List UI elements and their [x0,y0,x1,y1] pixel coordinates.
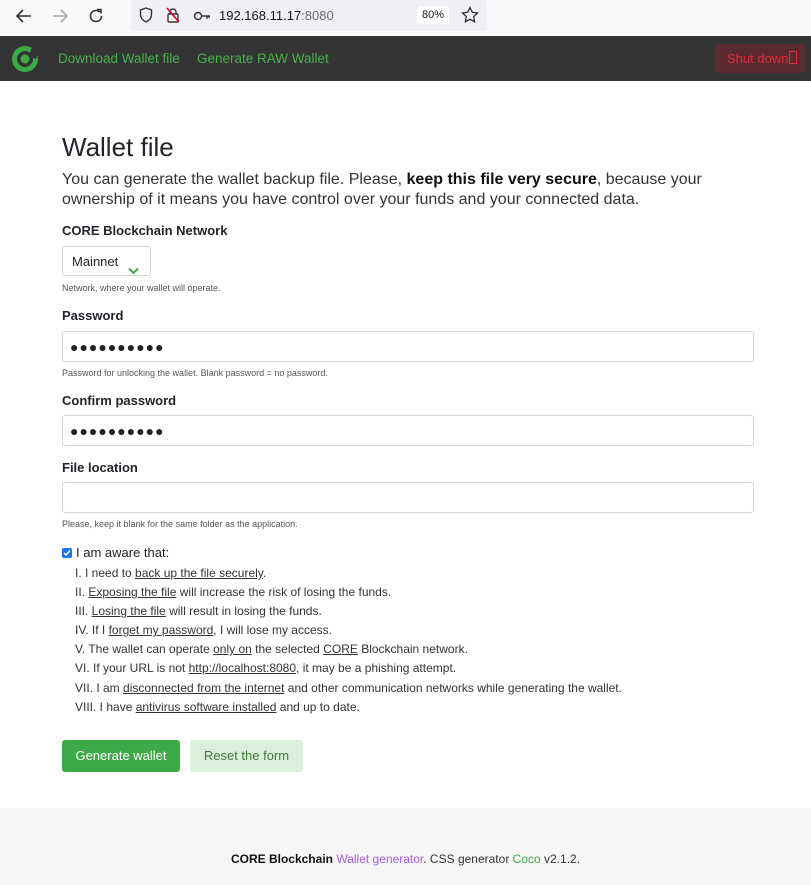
aware-item-3-post: will result in losing the funds. [165,604,322,619]
intro-text-bold: keep this file very secure [406,171,597,188]
not-secure-lock-icon[interactable] [166,7,180,28]
aware-item-8-post: and up to date. [276,699,360,714]
aware-item-5-pre: V. The wallet can operate [75,642,214,657]
shutdown-label: Shut down [727,51,789,66]
aware-item: V. The wallet can operate only on the se… [75,640,622,659]
footer: CORE Blockchain Wallet generator. CSS ge… [0,808,811,885]
shield-icon[interactable] [139,7,153,28]
aware-item: II. Exposing the file will increase the … [75,583,622,602]
network-help: Network, where your wallet will operate. [62,283,221,293]
aware-link-core[interactable]: CORE [323,642,358,656]
aware-item: I. I need to back up the file securely. [75,564,622,583]
aware-item-1-post: . [262,566,267,580]
shutdown-button[interactable]: Shut down [715,44,805,73]
url-host: 192.168.11.17 [219,8,302,23]
generate-wallet-button[interactable]: Generate wallet [62,740,180,772]
footer-brand: CORE Blockchain [230,852,333,866]
aware-link-disconnected[interactable]: disconnected from the internet [123,681,284,695]
aware-link-forget-password[interactable]: forget my password [109,623,214,637]
file-location-help: Please, keep it blank for the same folde… [62,519,298,529]
aware-item-2-pre: II. [75,585,89,600]
aware-item: VII. I am disconnected from the internet… [75,679,622,698]
password-help: Password for unlocking the wallet. Blank… [62,368,328,378]
page-title: Wallet file [62,132,174,162]
footer-link-wallet-generator[interactable]: Wallet generator [336,852,423,866]
url-text[interactable]: 192.168.11.17:8080 [219,8,334,23]
aware-link-antivirus[interactable]: antivirus software installed [136,700,277,714]
aware-checkbox-row[interactable]: I am aware that: [62,545,169,560]
footer-link-coco[interactable]: Coco [513,852,541,866]
password-input[interactable]: ●●●●●●●●●● [62,331,754,362]
browser-toolbar: 192.168.11.17:8080 80% [0,0,811,35]
nav-download-wallet-file[interactable]: Download Wallet file [58,51,180,66]
aware-item-5-post: Blockchain network. [357,642,468,657]
intro-text-part1: You can generate the wallet backup file.… [62,171,407,188]
url-port: :8080 [301,8,334,23]
aware-item-4-pre: IV. If I [75,623,109,638]
aware-item-7-post: and other communication networks while g… [284,680,622,695]
aware-item-8-pre: VIII. I have [75,699,136,714]
aware-link-backup[interactable]: back up the file securely [135,566,263,580]
aware-link-only-on[interactable]: only on [213,642,252,656]
aware-link-localhost[interactable]: http://localhost:8080 [189,661,296,675]
aware-checkbox[interactable] [62,548,72,558]
wallet-form: Wallet file You can generate the wallet … [62,130,754,772]
bookmark-star-icon[interactable] [461,5,479,29]
footer-text: CORE Blockchain Wallet generator. CSS ge… [0,852,811,866]
aware-list: I. I need to back up the file securely. … [75,564,622,717]
aware-item-3-pre: III. [75,604,92,619]
power-icon [789,51,798,64]
file-location-input[interactable] [62,482,754,513]
aware-item-2-post: will increase the risk of losing the fun… [176,585,392,600]
aware-item-6-pre: VI. If your URL is not [75,661,189,676]
reload-icon[interactable] [83,5,109,27]
network-select[interactable]: Mainnet [62,246,151,276]
password-label: Password [62,308,124,323]
key-icon[interactable] [193,9,211,27]
confirm-password-input[interactable]: ●●●●●●●●●● [62,415,754,446]
reset-form-button[interactable]: Reset the form [190,740,303,772]
network-label: CORE Blockchain Network [62,223,228,238]
file-location-label: File location [62,460,138,475]
footer-sep: . CSS generator [423,852,513,866]
forward-arrow-icon[interactable] [47,5,73,27]
core-logo-icon[interactable] [10,44,40,74]
confirm-password-label: Confirm password [62,393,177,408]
aware-item-7-pre: VII. I am [75,680,124,695]
aware-item: IV. If I forget my password, I will lose… [75,621,622,640]
aware-item: VI. If your URL is not http://localhost:… [75,659,622,678]
aware-item: VIII. I have antivirus software installe… [75,698,622,717]
aware-item-5-mid: the selected [251,642,324,657]
aware-item-4-post: , I will lose my access. [213,623,332,638]
aware-item-1-pre: I. I need to [75,566,136,580]
back-arrow-icon[interactable] [11,5,37,27]
aware-link-exposing[interactable]: Exposing the file [88,585,176,599]
aware-item-6-post: , it may be a phishing attempt. [296,661,457,676]
address-bar[interactable]: 192.168.11.17:8080 80% [131,0,487,31]
aware-item: III. Losing the file will result in losi… [75,602,622,621]
chevron-down-icon [128,256,139,286]
intro-text: You can generate the wallet backup file.… [62,170,702,210]
nav-generate-raw-wallet[interactable]: Generate RAW Wallet [197,51,329,66]
network-select-value: Mainnet [72,254,119,269]
zoom-level-button[interactable]: 80% [417,6,449,24]
aware-link-losing[interactable]: Losing the file [92,604,166,618]
app-header: Download Wallet file Generate RAW Wallet [0,36,811,81]
aware-label: I am aware that: [76,545,170,560]
footer-version: v2.1.2. [540,852,581,866]
